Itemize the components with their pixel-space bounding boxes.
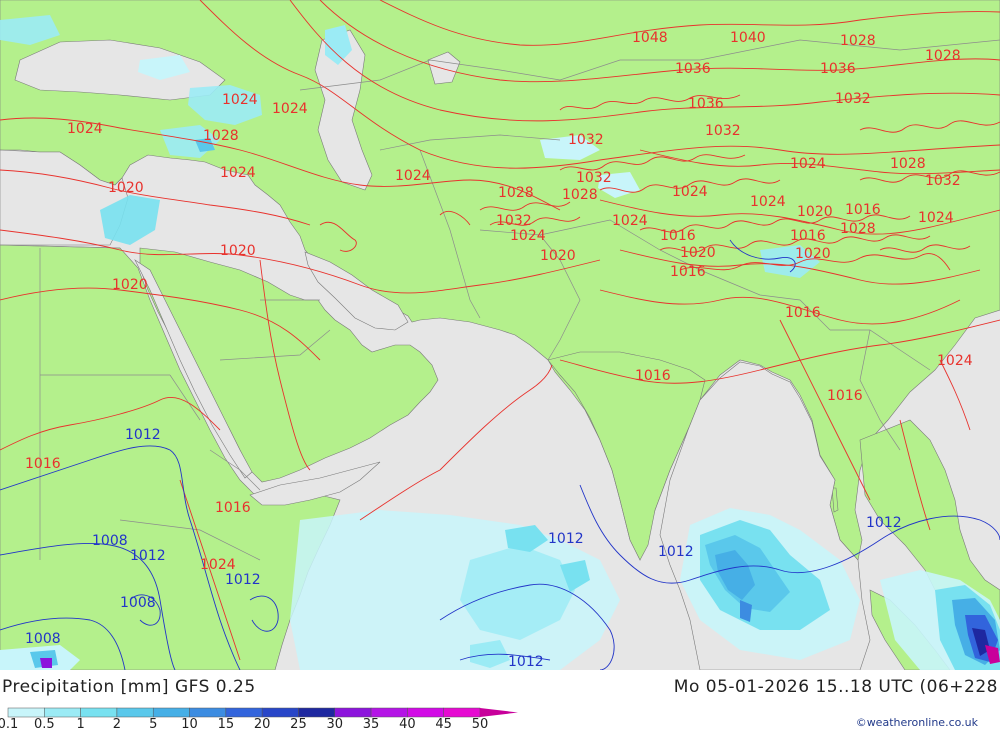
isobar-label: 1032 — [835, 91, 871, 107]
legend-tick-label: 35 — [362, 717, 380, 732]
isobar-label: 1016 — [635, 368, 671, 384]
legend-tick-label: 15 — [217, 717, 235, 732]
legend-tick-label: 20 — [253, 717, 271, 732]
legend-swatch — [261, 707, 299, 718]
legend-swatch — [152, 707, 190, 718]
isobar-label: 1032 — [568, 132, 604, 148]
isobar-label: 1020 — [540, 248, 576, 264]
isobar-label: 1016 — [25, 456, 61, 472]
legend-tick-label: 0.5 — [33, 717, 55, 732]
isobar-label: 1032 — [576, 170, 612, 186]
isobar-label: 1024 — [612, 213, 648, 229]
isobar-label: 1024 — [937, 353, 973, 369]
isobar-label: 1036 — [688, 96, 724, 112]
legend-swatch — [7, 707, 45, 718]
isobar-label: 1020 — [220, 243, 256, 259]
isobar-label: 1032 — [705, 123, 741, 139]
isobar-label: 1016 — [215, 500, 251, 516]
isobar-label: 1020 — [680, 245, 716, 261]
isobar-label: 1012 — [225, 572, 261, 588]
isobar-label: 1040 — [730, 30, 766, 46]
legend-swatch — [80, 707, 118, 718]
isobar-label: 1036 — [820, 61, 856, 77]
legend-tick-label: 10 — [181, 717, 198, 732]
precipitation-map: 1048 1040 1028 1028 1036 1036 1036 1032 … — [0, 0, 1000, 670]
legend-tick-label: 50 — [471, 717, 489, 732]
isobar-label: 1020 — [795, 246, 831, 262]
isobar-label: 1024 — [918, 210, 954, 226]
isobar-label: 1028 — [498, 185, 534, 201]
isobar-label: 1024 — [222, 92, 258, 108]
valid-time: Mo 05-01-2026 15..18 UTC (06+228 — [673, 677, 998, 697]
isobar-label: 1012 — [866, 515, 902, 531]
map-title: Precipitation [mm] GFS 0.25 — [2, 677, 256, 697]
isobar-label: 1032 — [925, 173, 961, 189]
isobar-label: 1024 — [200, 557, 236, 573]
isobar-label: 1020 — [108, 180, 144, 196]
isobar-label: 1020 — [112, 277, 148, 293]
legend-tick-label: 30 — [326, 717, 344, 732]
isobar-label: 1008 — [92, 533, 128, 549]
isobar-label: 1012 — [658, 544, 694, 560]
isobar-label: 1016 — [660, 228, 696, 244]
isobar-label: 1024 — [220, 165, 256, 181]
legend-tick-label: 0.1 — [0, 717, 19, 732]
isobar-label: 1028 — [840, 221, 876, 237]
legend-swatch — [407, 707, 444, 718]
isobar-label: 1016 — [790, 228, 826, 244]
legend-tick-label: 2 — [112, 717, 122, 732]
isobar-label: 1024 — [790, 156, 826, 172]
isobar-label: 1012 — [508, 654, 544, 670]
isobar-label: 1008 — [120, 595, 156, 611]
isobar-label: 1028 — [203, 128, 239, 144]
isobar-label: 1012 — [125, 427, 161, 443]
legend-tick-label: 5 — [149, 717, 158, 732]
isobar-label: 1024 — [672, 184, 708, 200]
isobar-label: 1032 — [496, 213, 532, 229]
legend-tick-label: 40 — [399, 717, 416, 732]
legend-swatch — [116, 707, 154, 718]
isobar-label: 1028 — [562, 187, 598, 203]
legend-swatch — [370, 707, 408, 718]
legend-arrow — [480, 708, 518, 717]
isobar-label: 1016 — [845, 202, 881, 218]
isobar-label: 1036 — [675, 61, 711, 77]
isobar-label: 1028 — [925, 48, 961, 64]
isobar-label: 1028 — [840, 33, 876, 49]
legend-swatch — [443, 707, 481, 718]
isobar-label: 1016 — [670, 264, 706, 280]
legend-tick-label: 45 — [435, 717, 452, 732]
isobar-label: 1024 — [395, 168, 431, 184]
legend-swatch — [225, 707, 263, 718]
legend-tick-label: 25 — [290, 717, 307, 732]
isobar-label: 1024 — [510, 228, 546, 244]
isobar-label: 1024 — [272, 101, 308, 117]
isobar-label: 1024 — [67, 121, 103, 137]
legend-swatch — [189, 707, 227, 718]
isobar-label: 1008 — [25, 631, 61, 647]
isobar-label: 1012 — [130, 548, 166, 564]
legend-swatch — [334, 707, 372, 718]
isobar-label: 1016 — [827, 388, 863, 404]
credit: ©weatheronline.co.uk — [855, 716, 978, 729]
isobar-label: 1016 — [785, 305, 821, 321]
isobar-label: 1024 — [750, 194, 786, 210]
isobar-label: 1020 — [797, 204, 833, 220]
legend-tick-label: 1 — [76, 717, 85, 732]
isobar-label: 1012 — [548, 531, 584, 547]
isobar-label: 1048 — [632, 30, 668, 46]
legend-swatch — [44, 707, 81, 718]
legend-swatch — [298, 707, 336, 718]
isobar-label: 1028 — [890, 156, 926, 172]
